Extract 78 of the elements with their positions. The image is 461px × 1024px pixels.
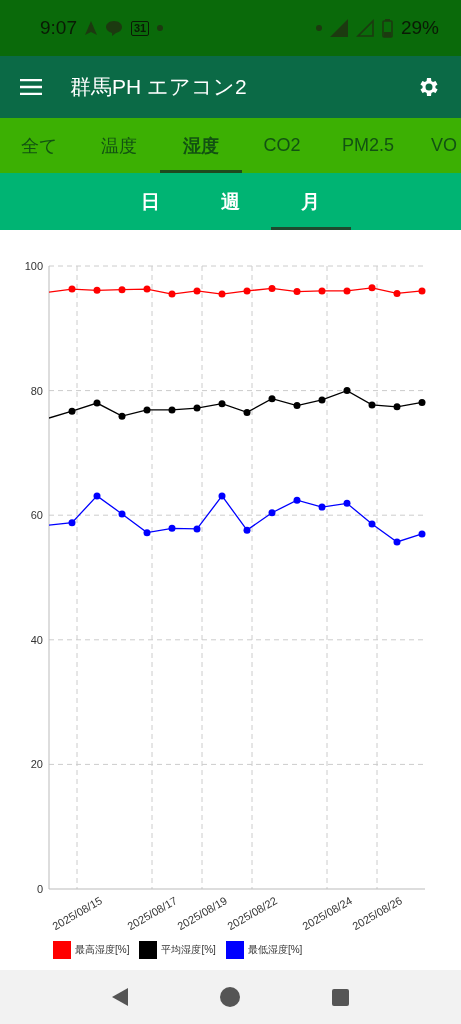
- status-time: 9:07: [40, 17, 77, 39]
- y-tick-label: 20: [30, 758, 43, 771]
- data-point: [218, 400, 226, 408]
- recents-icon[interactable]: [332, 988, 349, 1006]
- data-point: [68, 285, 76, 293]
- data-point: [193, 404, 201, 412]
- data-point: [243, 408, 251, 416]
- signal-icon: [355, 19, 374, 37]
- data-point: [218, 290, 226, 298]
- data-point: [368, 284, 376, 292]
- data-point: [93, 492, 101, 500]
- data-point: [368, 401, 376, 409]
- data-point: [143, 529, 151, 537]
- data-point: [218, 492, 226, 500]
- data-point: [343, 287, 351, 295]
- period-tab[interactable]: 週: [190, 173, 271, 230]
- data-point: [418, 287, 426, 295]
- category-tab[interactable]: VO: [414, 118, 461, 173]
- signal-icon: [329, 19, 348, 37]
- battery-percent: 29%: [400, 17, 439, 39]
- back-icon[interactable]: [112, 988, 128, 1006]
- data-point: [293, 496, 301, 504]
- data-point: [343, 499, 351, 507]
- data-point: [168, 406, 176, 414]
- data-point: [418, 398, 426, 406]
- data-point: [143, 406, 151, 414]
- data-point: [168, 524, 176, 532]
- calendar-icon: 31: [131, 20, 150, 36]
- legend-label: 最低湿度[%]: [247, 943, 303, 957]
- data-point: [293, 402, 301, 410]
- y-tick-label: 100: [24, 260, 43, 272]
- navigation-icon: [85, 21, 97, 35]
- data-point: [93, 399, 101, 407]
- menu-icon[interactable]: [20, 79, 42, 95]
- chat-bubble-icon: [105, 20, 123, 36]
- category-tab[interactable]: 湿度: [160, 118, 242, 173]
- legend-label: 平均湿度[%]: [161, 943, 216, 957]
- data-point: [68, 407, 76, 415]
- data-point: [343, 387, 351, 395]
- data-point: [418, 530, 426, 538]
- data-point: [243, 287, 251, 295]
- toolbar-title: 群馬PH エアコン2: [70, 74, 248, 100]
- data-point: [193, 287, 201, 295]
- dot-icon: [315, 25, 322, 31]
- legend-label: 最高湿度[%]: [75, 943, 130, 957]
- category-tab[interactable]: PM2.5: [322, 118, 414, 173]
- data-point: [293, 288, 301, 296]
- data-point: [93, 286, 101, 294]
- data-point: [118, 286, 126, 294]
- dot-icon: [157, 25, 164, 31]
- data-point: [268, 284, 276, 292]
- data-point: [243, 526, 251, 534]
- category-tab[interactable]: CO2: [242, 118, 322, 173]
- data-point: [318, 287, 326, 295]
- data-point: [393, 289, 401, 297]
- category-tab[interactable]: 全て: [0, 118, 78, 173]
- y-tick-label: 40: [30, 633, 43, 646]
- period-tab[interactable]: 日: [110, 173, 191, 230]
- period-tab[interactable]: 月: [270, 173, 351, 230]
- data-point: [68, 519, 76, 527]
- data-point: [318, 503, 326, 511]
- data-point: [193, 525, 201, 533]
- y-tick-label: 60: [30, 509, 43, 522]
- data-point: [268, 509, 276, 517]
- data-point: [318, 396, 326, 404]
- battery-icon: [381, 18, 393, 38]
- data-point: [268, 395, 276, 403]
- data-point: [368, 520, 376, 528]
- y-tick-label: 0: [36, 883, 43, 895]
- data-point: [168, 290, 176, 298]
- data-point: [118, 510, 126, 518]
- data-point: [393, 538, 401, 546]
- data-point: [118, 412, 126, 420]
- data-point: [393, 403, 401, 411]
- data-point: [143, 285, 151, 293]
- home-icon[interactable]: [220, 987, 240, 1007]
- y-tick-label: 80: [30, 384, 43, 397]
- category-tab[interactable]: 温度: [78, 118, 160, 173]
